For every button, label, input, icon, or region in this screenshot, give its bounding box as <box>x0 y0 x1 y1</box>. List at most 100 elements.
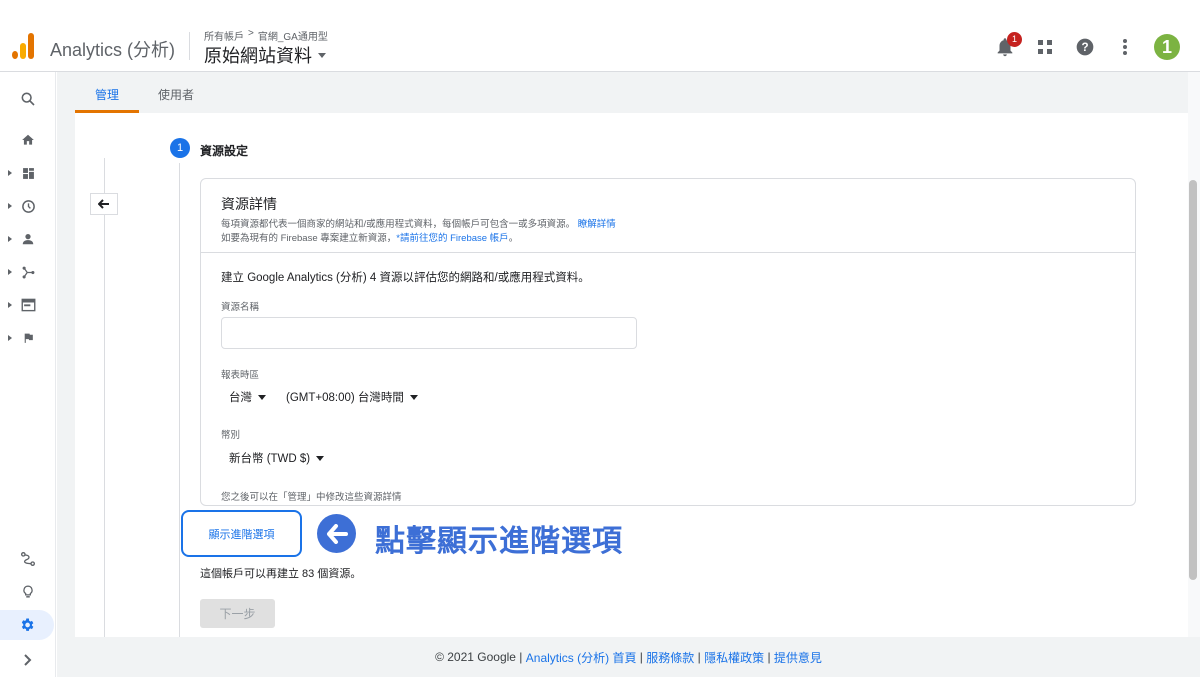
chevron-down-icon <box>316 455 325 461</box>
panel-divider <box>104 158 105 637</box>
nav-home[interactable] <box>0 125 56 155</box>
arrow-back-icon <box>98 199 109 209</box>
notification-count-badge: 1 <box>1007 32 1022 47</box>
help-icon: ? <box>1076 38 1094 56</box>
home-icon <box>22 134 34 145</box>
chevron-down-icon <box>258 394 266 400</box>
behavior-icon <box>21 298 35 312</box>
title-divider <box>189 32 190 60</box>
more-options-button[interactable] <box>1114 36 1136 58</box>
remaining-properties-text: 這個帳戶可以再建立 83 個資源。 <box>200 568 362 580</box>
timezone-row: 台灣 (GMT+08:00) 台灣時間 <box>221 389 1101 405</box>
expand-arrow-icon <box>8 302 12 308</box>
desc-line2-end: 。 <box>508 233 519 244</box>
currency-dropdown[interactable]: 新台幣 (TWD $) <box>229 450 325 466</box>
card-description: 每項資源都代表一個商家的網站和/或應用程式資料，每個帳戶可包含一或多項資源。 瞭… <box>221 218 1115 246</box>
breadcrumb[interactable]: 所有帳戶 > 官網_GA通用型 <box>204 28 328 43</box>
apps-button[interactable] <box>1034 36 1056 58</box>
nav-attribution[interactable] <box>0 544 56 574</box>
app-title[interactable]: Analytics (分析) <box>50 36 175 62</box>
property-selector[interactable]: 原始網站資料 <box>204 42 326 68</box>
acquisition-icon <box>22 266 34 278</box>
show-advanced-options-button[interactable]: 顯示進階選項 <box>181 510 302 557</box>
breadcrumb-account[interactable]: 所有帳戶 <box>204 28 244 43</box>
currency-row: 新台幣 (TWD $) <box>221 449 1101 467</box>
more-vert-icon <box>1123 39 1127 55</box>
person-icon <box>22 234 34 245</box>
step-number: 1 <box>170 138 190 158</box>
nav-audience[interactable] <box>0 224 56 254</box>
footer-terms-link[interactable]: 服務條款 <box>646 649 694 666</box>
admin-tabs: 管理 使用者 <box>75 72 1188 113</box>
country-dropdown[interactable]: 台灣 <box>229 389 266 405</box>
footer-separator: | <box>639 650 643 664</box>
nav-discover[interactable] <box>0 577 56 607</box>
notifications-button[interactable]: 1 <box>994 32 1022 58</box>
desc-line1: 每項資源都代表一個商家的網站和/或應用程式資料，每個帳戶可包含一或多項資源。 <box>221 219 576 230</box>
expand-arrow-icon <box>8 335 12 341</box>
footer-feedback-link[interactable]: 提供意見 <box>774 649 822 666</box>
learn-more-link[interactable]: 瞭解詳情 <box>578 219 616 230</box>
scrollbar-thumb[interactable] <box>1189 180 1197 580</box>
gear-icon <box>21 618 34 631</box>
expand-nav-button[interactable] <box>0 645 56 675</box>
top-actions: 1 ? 1 <box>994 32 1180 60</box>
nav-realtime[interactable] <box>0 191 56 221</box>
property-details-card: 資源詳情 每項資源都代表一個商家的網站和/或應用程式資料，每個帳戶可包含一或多項… <box>200 178 1136 506</box>
expand-arrow-icon <box>8 269 12 275</box>
currency-label: 幣別 <box>221 430 241 441</box>
tab-admin[interactable]: 管理 <box>75 72 139 113</box>
expand-arrow-icon <box>8 203 12 209</box>
timezone-dropdown[interactable]: (GMT+08:00) 台灣時間 <box>286 389 418 405</box>
chevron-right-icon <box>24 654 32 666</box>
property-name: 原始網站資料 <box>204 46 312 66</box>
lightbulb-icon <box>23 585 33 598</box>
search-icon <box>21 92 35 106</box>
tab-users[interactable]: 使用者 <box>158 86 194 103</box>
footer-copyright: © 2021 Google | <box>435 650 523 664</box>
expand-arrow-icon <box>8 170 12 176</box>
chevron-down-icon <box>409 394 418 400</box>
annotation-text: 點擊顯示進階選項 <box>375 525 623 558</box>
property-name-label: 資源名稱 <box>221 302 260 313</box>
nav-acquisition[interactable] <box>0 257 56 287</box>
footer-separator: | <box>697 650 701 664</box>
property-setup-panel: 1 資源設定 資源詳情 每項資源都代表一個商家的網站和/或應用程式資料，每個帳戶… <box>75 113 1188 637</box>
svg-text:?: ? <box>1081 41 1088 54</box>
desc-line2: 如要為現有的 Firebase 專案建立新資源， <box>221 233 397 244</box>
card-header: 資源詳情 每項資源都代表一個商家的網站和/或應用程式資料，每個帳戶可包含一或多項… <box>201 179 1135 253</box>
dashboard-icon <box>22 167 34 179</box>
footer-separator: | <box>767 650 771 664</box>
apps-grid-icon <box>1038 40 1052 54</box>
left-nav <box>0 72 56 677</box>
breadcrumb-property[interactable]: 官網_GA通用型 <box>258 28 328 43</box>
clock-icon <box>21 199 35 213</box>
firebase-account-link[interactable]: *請前往您的 Firebase 帳戶 <box>396 233 508 244</box>
breadcrumb-separator: > <box>248 28 254 39</box>
tab-admin-label: 管理 <box>95 88 120 102</box>
timezone-value: (GMT+08:00) 台灣時間 <box>286 392 404 404</box>
back-button[interactable] <box>90 193 118 215</box>
next-button[interactable]: 下一步 <box>200 599 275 628</box>
help-button[interactable]: ? <box>1074 36 1096 58</box>
footer: © 2021 Google | Analytics (分析) 首頁 | 服務條款… <box>57 637 1200 677</box>
card-body: 建立 Google Analytics (分析) 4 資源以評估您的網路和/或應… <box>221 269 1101 503</box>
footer-home-link[interactable]: Analytics (分析) 首頁 <box>526 649 637 666</box>
attribution-icon <box>21 552 35 566</box>
card-title: 資源詳情 <box>221 196 277 212</box>
footer-privacy-link[interactable]: 隱私權政策 <box>704 649 764 666</box>
nav-conversions[interactable] <box>0 323 56 353</box>
property-name-input[interactable] <box>221 317 637 349</box>
analytics-logo-icon[interactable] <box>12 33 36 59</box>
annotation-arrow-icon <box>317 514 356 553</box>
ga4-intro-text: 建立 Google Analytics (分析) 4 資源以評估您的網路和/或應… <box>221 272 590 284</box>
flag-icon <box>24 333 33 343</box>
search-button[interactable] <box>0 84 56 114</box>
top-bar: Analytics (分析) 所有帳戶 > 官網_GA通用型 原始網站資料 1 … <box>0 0 1200 72</box>
country-value: 台灣 <box>229 392 252 404</box>
step-title: 資源設定 <box>200 144 249 158</box>
expand-arrow-icon <box>8 236 12 242</box>
nav-behavior[interactable] <box>0 290 56 320</box>
nav-customization[interactable] <box>0 158 56 188</box>
nav-admin[interactable] <box>0 610 54 640</box>
